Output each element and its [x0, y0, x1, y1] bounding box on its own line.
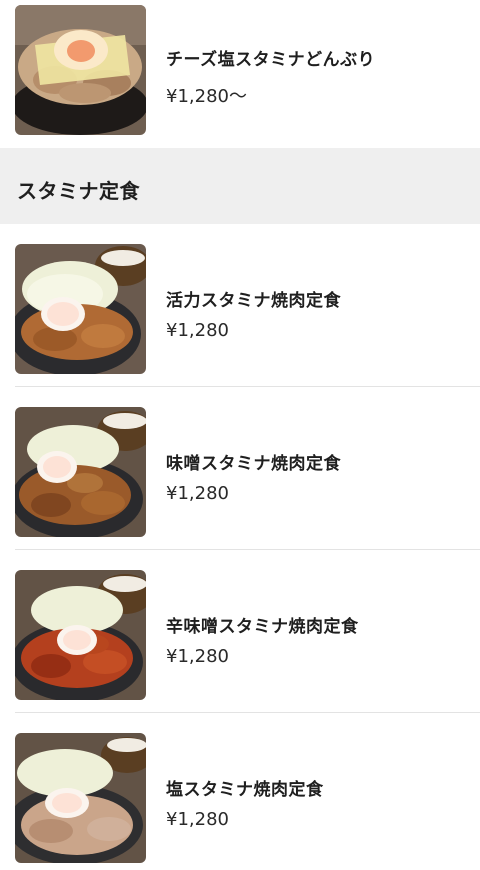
item-name: 味噌スタミナ焼肉定食	[166, 454, 341, 474]
section-header: スタミナ定食	[0, 148, 480, 224]
food-photo	[15, 733, 146, 863]
food-photo	[15, 244, 146, 374]
menu-list-page: チーズ塩スタミナどんぶり ¥1,280〜 スタミナ定食 活力スタミナ焼肉定食 ¥…	[0, 0, 480, 870]
menu-item-karamiso-stamina-yakiniku-teishoku[interactable]: 辛味噌スタミナ焼肉定食 ¥1,280	[0, 550, 480, 700]
food-photo	[15, 570, 146, 700]
food-photo	[15, 5, 146, 135]
food-photo	[15, 407, 146, 537]
menu-item-shio-stamina-yakiniku-teishoku[interactable]: 塩スタミナ焼肉定食 ¥1,280	[0, 713, 480, 863]
item-name: 活力スタミナ焼肉定食	[166, 291, 341, 311]
item-price: ¥1,280	[166, 320, 229, 341]
item-price: ¥1,280	[166, 483, 229, 504]
menu-item-cheese-shio-stamina-donburi[interactable]: チーズ塩スタミナどんぶり ¥1,280〜	[0, 0, 480, 148]
item-price: ¥1,280	[166, 809, 229, 830]
item-price: ¥1,280〜	[166, 86, 247, 107]
menu-item-katsuryoku-stamina-yakiniku-teishoku[interactable]: 活力スタミナ焼肉定食 ¥1,280	[0, 224, 480, 374]
section-title: スタミナ定食	[17, 179, 140, 203]
item-name: チーズ塩スタミナどんぶり	[166, 50, 376, 70]
item-price: ¥1,280	[166, 646, 229, 667]
item-name: 塩スタミナ焼肉定食	[166, 780, 324, 800]
item-name: 辛味噌スタミナ焼肉定食	[166, 617, 359, 637]
menu-item-miso-stamina-yakiniku-teishoku[interactable]: 味噌スタミナ焼肉定食 ¥1,280	[0, 387, 480, 537]
